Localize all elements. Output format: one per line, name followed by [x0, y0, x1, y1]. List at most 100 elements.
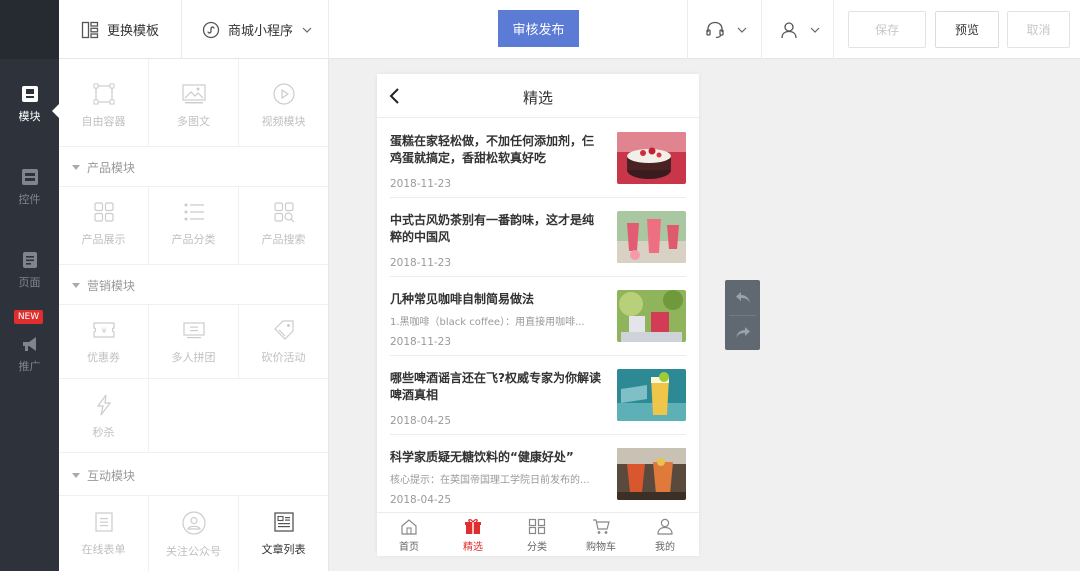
component-free-container[interactable]: 自由容器 — [59, 83, 148, 129]
component-product-category[interactable]: 产品分类 — [149, 201, 238, 247]
article-title: 中式古风奶茶别有一番韵味，这才是纯粹的中国风 — [390, 213, 595, 244]
article-date: 2018-11-23 — [390, 336, 452, 348]
article-item[interactable]: 哪些啤酒谣言还在飞?权威专家为你解读啤酒真相 2018-04-25 — [377, 356, 699, 435]
article-thumbnail — [617, 132, 686, 184]
sidebar-item-widget[interactable]: 控件 — [0, 168, 59, 207]
article-item[interactable]: 中式古风奶茶别有一番韵味，这才是纯粹的中国风 2018-11-23 — [377, 198, 699, 277]
user-icon — [657, 518, 673, 535]
tab-label: 购物车 — [586, 542, 616, 553]
container-icon — [93, 83, 114, 105]
top-toolbar: 更换模板 商城小程序 审核发布 保存 预览 取消 — [59, 0, 1080, 59]
article-date: 2018-04-25 — [390, 494, 452, 506]
history-controls — [725, 280, 760, 350]
article-item[interactable]: 几种常见咖啡自制简易做法 1.黑咖啡（black coffee）：用直接用咖啡.… — [377, 277, 699, 356]
account-dropdown[interactable] — [780, 0, 820, 59]
component-multi-image-text[interactable]: 多图文 — [149, 83, 238, 129]
component-label: 视频模块 — [261, 115, 306, 128]
component-group-buy[interactable]: 多人拼团 — [149, 319, 238, 365]
phone-header: 精选 — [377, 74, 699, 118]
lightning-icon — [96, 394, 111, 416]
mini-program-dropdown[interactable]: 商城小程序 — [202, 0, 312, 59]
headset-icon — [706, 21, 724, 38]
play-icon — [272, 83, 295, 105]
widget-icon — [21, 169, 38, 185]
undo-button[interactable] — [725, 280, 760, 315]
sidebar-item-module[interactable]: 模块 — [0, 85, 59, 124]
save-button[interactable]: 保存 — [848, 11, 926, 48]
sidebar-item-label: 推广 — [18, 360, 41, 373]
article-title: 哪些啤酒谣言还在飞?权威专家为你解读啤酒真相 — [390, 371, 601, 402]
grid-icon — [93, 202, 114, 222]
tab-home[interactable]: 首页 — [377, 518, 441, 553]
component-label: 关注公众号 — [166, 545, 221, 558]
redo-button[interactable] — [725, 315, 760, 350]
sidebar-item-page[interactable]: 页面 — [0, 251, 59, 290]
form-icon — [94, 512, 113, 532]
component-bargain[interactable]: 砍价活动 — [239, 319, 328, 365]
article-thumbnail — [617, 369, 686, 421]
component-label: 产品展示 — [81, 233, 126, 246]
component-flash-sale[interactable]: 秒杀 — [59, 394, 148, 440]
article-title: 蛋糕在家轻松做，不加任何添加剂，仨鸡蛋就搞定，香甜松软真好吃 — [390, 134, 595, 165]
module-icon — [21, 86, 38, 102]
section-interaction[interactable]: 互动模块 — [72, 467, 135, 484]
tab-label: 精选 — [463, 542, 483, 553]
megaphone-icon — [22, 337, 36, 351]
tab-featured[interactable]: 精选 — [441, 518, 505, 553]
tab-label: 我的 — [655, 542, 675, 553]
article-date: 2018-04-25 — [390, 415, 452, 427]
section-title: 营销模块 — [87, 279, 136, 293]
tab-label: 分类 — [527, 542, 547, 553]
section-title: 产品模块 — [87, 161, 136, 175]
component-label: 自由容器 — [81, 115, 126, 128]
section-title: 互动模块 — [87, 469, 136, 483]
gift-icon — [465, 519, 481, 534]
sidebar-item-label: 模块 — [18, 110, 41, 123]
new-badge: NEW — [14, 310, 43, 324]
preview-button[interactable]: 预览 — [935, 11, 999, 48]
redo-icon — [735, 326, 750, 338]
article-thumbnail — [617, 211, 686, 263]
component-online-form[interactable]: 在线表单 — [59, 511, 148, 557]
article-list-icon — [273, 512, 294, 532]
component-product-display[interactable]: 产品展示 — [59, 201, 148, 247]
support-dropdown[interactable] — [705, 0, 747, 59]
template-icon — [81, 21, 99, 38]
component-video[interactable]: 视频模块 — [239, 83, 328, 129]
cancel-button[interactable]: 取消 — [1007, 11, 1070, 48]
article-thumbnail — [617, 290, 686, 342]
chevron-down-icon — [737, 27, 747, 33]
section-product[interactable]: 产品模块 — [72, 159, 135, 176]
chevron-down-icon — [810, 27, 820, 33]
tag-icon — [273, 320, 294, 340]
sidebar-item-label: 控件 — [18, 193, 41, 206]
component-label: 砍价活动 — [261, 351, 306, 364]
change-template-label: 更换模板 — [107, 24, 160, 39]
sidebar-item-promote[interactable]: 推广 — [0, 335, 59, 374]
component-label: 多人拼团 — [171, 351, 216, 364]
component-label: 秒杀 — [92, 426, 115, 439]
mini-program-icon — [202, 21, 220, 38]
component-follow-account[interactable]: 关注公众号 — [149, 511, 238, 559]
left-sidebar: 模块 控件 页面 NEW 推广 — [0, 0, 59, 571]
active-indicator — [52, 104, 59, 118]
article-item[interactable]: 科学家质疑无糖饮料的“健康好处” 核心提示：在英国帝国理工学院日前发布的... … — [377, 435, 699, 514]
component-label: 文章列表 — [261, 543, 306, 556]
component-coupon[interactable]: ¥ 优惠券 — [59, 319, 148, 365]
tab-cart[interactable]: 购物车 — [569, 518, 633, 553]
tab-category[interactable]: 分类 — [505, 518, 569, 553]
article-item[interactable]: 蛋糕在家轻松做，不加任何添加剂，仨鸡蛋就搞定，香甜松软真好吃 2018-11-2… — [377, 119, 699, 198]
tab-profile[interactable]: 我的 — [633, 518, 697, 553]
sidebar-item-label: 页面 — [18, 276, 41, 289]
phone-page-title: 精选 — [522, 89, 553, 107]
article-date: 2018-11-23 — [390, 178, 452, 190]
phone-tab-bar: 首页 精选 分类 购物车 我的 — [377, 512, 699, 556]
undo-icon — [735, 291, 750, 303]
component-article-list[interactable]: 文章列表 — [239, 511, 328, 557]
component-product-search[interactable]: 产品搜索 — [239, 201, 328, 247]
section-marketing[interactable]: 营销模块 — [72, 277, 135, 294]
publish-button[interactable]: 审核发布 — [498, 10, 579, 47]
change-template-button[interactable]: 更换模板 — [81, 0, 159, 59]
article-date: 2018-11-23 — [390, 257, 452, 269]
component-label: 多图文 — [177, 115, 210, 128]
